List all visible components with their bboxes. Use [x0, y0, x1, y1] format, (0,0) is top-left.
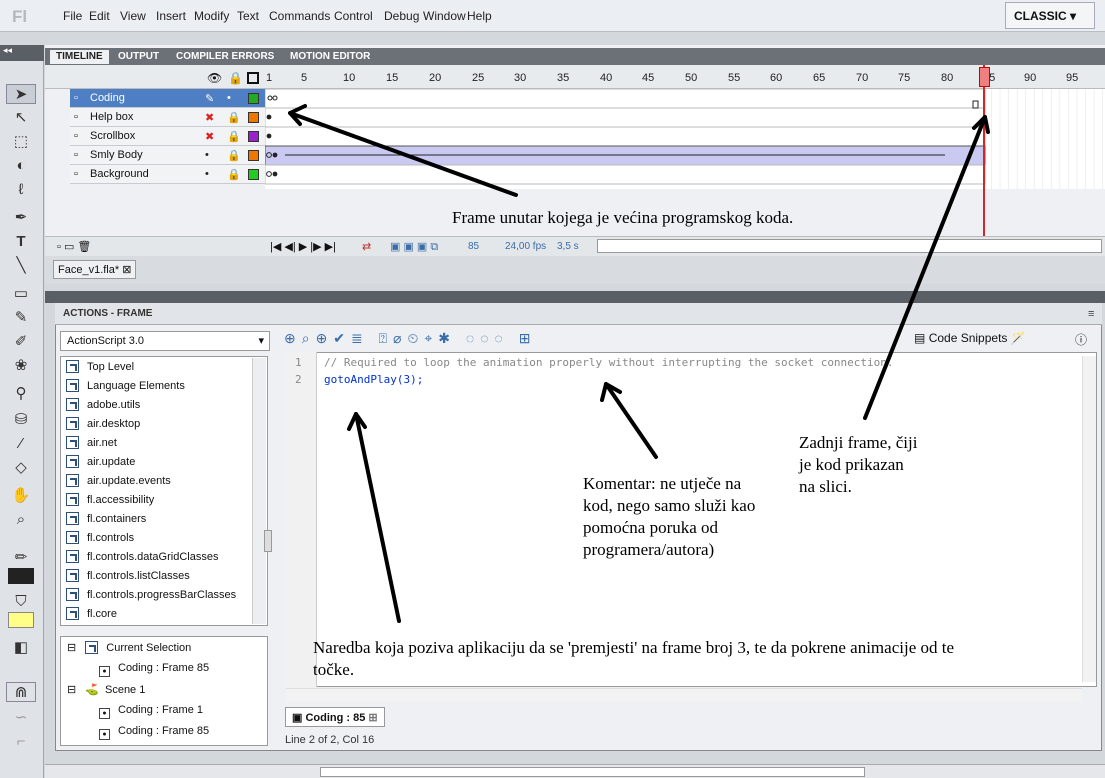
comment-annotation: Komentar: ne utječe na kod, nego samo sl… — [583, 474, 756, 559]
frame-annotation: Frame unutar kojega je većina programsko… — [452, 208, 794, 227]
command-annotation: Naredba koja poziva aplikaciju da se 'pr… — [313, 638, 955, 679]
last-frame-annotation: Zadnji frame, čiji je kod prikazan na sl… — [799, 433, 918, 496]
